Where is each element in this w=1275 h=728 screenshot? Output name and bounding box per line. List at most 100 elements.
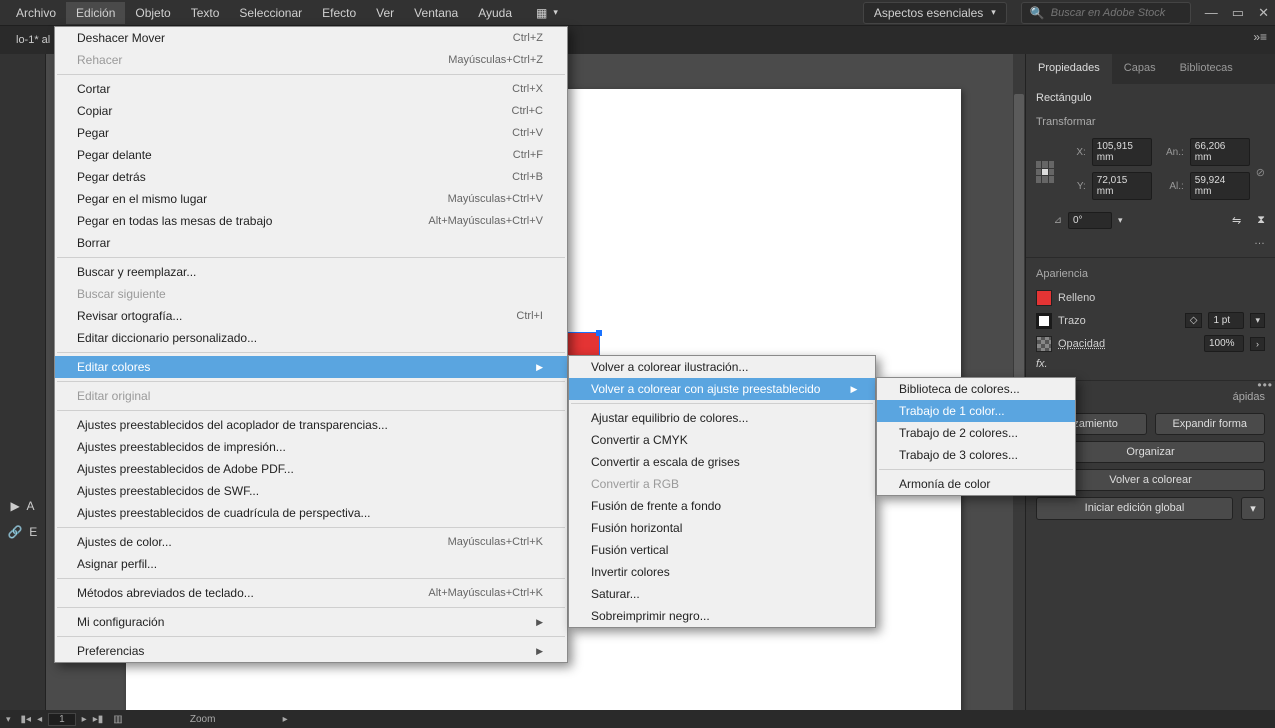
- menu-item[interactable]: PegarCtrl+V: [55, 122, 567, 144]
- x-field[interactable]: 105,915 mm: [1092, 138, 1152, 166]
- menu-efecto[interactable]: Efecto: [312, 2, 366, 24]
- menu-ventana[interactable]: Ventana: [404, 2, 468, 24]
- artboard-nav-icon[interactable]: ▥: [113, 714, 122, 725]
- reference-point-icon[interactable]: [1036, 161, 1054, 183]
- menu-item[interactable]: Preferencias▶: [55, 640, 567, 662]
- menu-ayuda[interactable]: Ayuda: [468, 2, 522, 24]
- menu-objeto[interactable]: Objeto: [125, 2, 180, 24]
- menu-item[interactable]: Trabajo de 1 color...: [877, 400, 1075, 422]
- global-edit-dropdown[interactable]: ▾: [1241, 497, 1265, 520]
- tab-bibliotecas[interactable]: Bibliotecas: [1168, 54, 1245, 84]
- zoom-menu-icon[interactable]: ▸: [283, 714, 288, 725]
- panel-options-icon[interactable]: •••: [1257, 378, 1273, 392]
- chevron-down-icon[interactable]: ▾: [1250, 313, 1265, 328]
- play-icon[interactable]: ▶ A: [7, 494, 39, 518]
- menu-item[interactable]: Ajustes preestablecidos del acoplador de…: [55, 414, 567, 436]
- minimize-icon[interactable]: ―: [1205, 5, 1218, 21]
- menu-item[interactable]: Fusión horizontal: [569, 517, 875, 539]
- first-page-icon[interactable]: ▮◂: [21, 714, 32, 725]
- w-field[interactable]: 66,206 mm: [1190, 138, 1250, 166]
- menu-seleccionar[interactable]: Seleccionar: [229, 2, 312, 24]
- angle-field[interactable]: 0°: [1068, 212, 1112, 229]
- global-edit-button[interactable]: Iniciar edición global: [1036, 497, 1233, 520]
- last-page-icon[interactable]: ▸▮: [93, 714, 104, 725]
- opacity-field[interactable]: 100%: [1204, 335, 1244, 352]
- fill-swatch[interactable]: [1036, 290, 1052, 306]
- more-options-icon[interactable]: …: [1036, 235, 1265, 247]
- stroke-swatch[interactable]: [1036, 313, 1052, 329]
- menu-item[interactable]: Métodos abreviados de teclado...Alt+Mayú…: [55, 582, 567, 604]
- chevron-down-icon[interactable]: ▾: [553, 7, 558, 18]
- h-field[interactable]: 59,924 mm: [1190, 172, 1250, 200]
- menu-item[interactable]: Convertir a escala de grises: [569, 451, 875, 473]
- opacity-swatch[interactable]: [1036, 336, 1052, 352]
- menu-archivo[interactable]: Archivo: [6, 2, 66, 24]
- menu-edicion[interactable]: Edición: [66, 2, 125, 24]
- doctab-menu-icon[interactable]: »≡: [1253, 30, 1267, 44]
- menu-item[interactable]: Fusión vertical: [569, 539, 875, 561]
- menu-item[interactable]: Sobreimprimir negro...: [569, 605, 875, 627]
- menu-item[interactable]: Trabajo de 2 colores...: [877, 422, 1075, 444]
- menu-item[interactable]: Revisar ortografía...Ctrl+I: [55, 305, 567, 327]
- menu-item[interactable]: Volver a colorear ilustración...: [569, 356, 875, 378]
- flip-h-icon[interactable]: ⇋: [1232, 214, 1241, 227]
- menu-item[interactable]: Buscar y reemplazar...: [55, 261, 567, 283]
- menu-item[interactable]: Invertir colores: [569, 561, 875, 583]
- menu-item[interactable]: Pegar en el mismo lugarMayúsculas+Ctrl+V: [55, 188, 567, 210]
- stock-search[interactable]: 🔍: [1021, 2, 1191, 24]
- menu-item[interactable]: Borrar: [55, 232, 567, 254]
- menu-item[interactable]: Convertir a CMYK: [569, 429, 875, 451]
- menu-texto[interactable]: Texto: [181, 2, 230, 24]
- stock-search-input[interactable]: [1051, 7, 1182, 19]
- fx-label[interactable]: fx.: [1036, 358, 1048, 370]
- menu-item[interactable]: Ajustar equilibrio de colores...: [569, 407, 875, 429]
- menu-item[interactable]: Editar diccionario personalizado...: [55, 327, 567, 349]
- menu-item[interactable]: Fusión de frente a fondo: [569, 495, 875, 517]
- menu-item[interactable]: Ajustes preestablecidos de cuadrícula de…: [55, 502, 567, 524]
- menu-item[interactable]: Ajustes preestablecidos de Adobe PDF...: [55, 458, 567, 480]
- menu-item[interactable]: Saturar...: [569, 583, 875, 605]
- menu-item[interactable]: Pegar delanteCtrl+F: [55, 144, 567, 166]
- link-icon[interactable]: 🔗 E: [7, 520, 39, 544]
- menu-item[interactable]: Armonía de color: [877, 473, 1075, 495]
- edit-menu-pane: Deshacer MoverCtrl+ZRehacerMayúsculas+Ct…: [54, 26, 568, 663]
- chevron-right-icon[interactable]: ›: [1250, 337, 1265, 351]
- menu-item[interactable]: Ajustes preestablecidos de SWF...: [55, 480, 567, 502]
- close-icon[interactable]: ✕: [1258, 5, 1269, 21]
- flip-v-icon[interactable]: ⧗: [1257, 214, 1265, 227]
- chevron-down-icon[interactable]: ▾: [1118, 215, 1123, 226]
- stroke-field[interactable]: 1 pt: [1208, 312, 1244, 329]
- maximize-icon[interactable]: ▭: [1232, 5, 1244, 21]
- menu-item[interactable]: Volver a colorear con ajuste preestablec…: [569, 378, 875, 400]
- chevron-down-icon[interactable]: ▾: [6, 714, 11, 725]
- menu-item[interactable]: Pegar detrásCtrl+B: [55, 166, 567, 188]
- link-wh-icon[interactable]: ⊘: [1256, 166, 1265, 179]
- menu-item[interactable]: Ajustes preestablecidos de impresión...: [55, 436, 567, 458]
- menu-item[interactable]: Editar colores▶: [55, 356, 567, 378]
- menu-item[interactable]: Trabajo de 3 colores...: [877, 444, 1075, 466]
- prev-page-icon[interactable]: ◂: [37, 714, 42, 725]
- menu-item[interactable]: CopiarCtrl+C: [55, 100, 567, 122]
- zoom-label[interactable]: Zoom: [133, 714, 273, 725]
- workspace-switcher[interactable]: Aspectos esenciales ▾: [863, 2, 1007, 24]
- tab-propiedades[interactable]: Propiedades: [1026, 54, 1112, 84]
- y-field[interactable]: 72,015 mm: [1092, 172, 1152, 200]
- stroke-stepper[interactable]: ◇: [1185, 313, 1203, 328]
- menu-item[interactable]: CortarCtrl+X: [55, 78, 567, 100]
- menu-item[interactable]: Asignar perfil...: [55, 553, 567, 575]
- submenu-arrow-icon: ▶: [850, 384, 857, 395]
- tab-capas[interactable]: Capas: [1112, 54, 1168, 84]
- arrange-docs-icon[interactable]: ▦: [536, 6, 547, 20]
- menu-ver[interactable]: Ver: [366, 2, 404, 24]
- menu-item[interactable]: Biblioteca de colores...: [877, 378, 1075, 400]
- search-icon: 🔍: [1030, 6, 1045, 20]
- menu-item[interactable]: Ajustes de color...Mayúsculas+Ctrl+K: [55, 531, 567, 553]
- scrollbar-thumb[interactable]: [1014, 94, 1024, 394]
- menu-item[interactable]: Pegar en todas las mesas de trabajoAlt+M…: [55, 210, 567, 232]
- next-page-icon[interactable]: ▸: [82, 714, 87, 725]
- page-field[interactable]: 1: [48, 713, 76, 726]
- menu-item[interactable]: Mi configuración▶: [55, 611, 567, 633]
- menu-item[interactable]: Deshacer MoverCtrl+Z: [55, 27, 567, 49]
- expand-shape-button[interactable]: Expandir forma: [1155, 413, 1266, 435]
- menu-item: Convertir a RGB: [569, 473, 875, 495]
